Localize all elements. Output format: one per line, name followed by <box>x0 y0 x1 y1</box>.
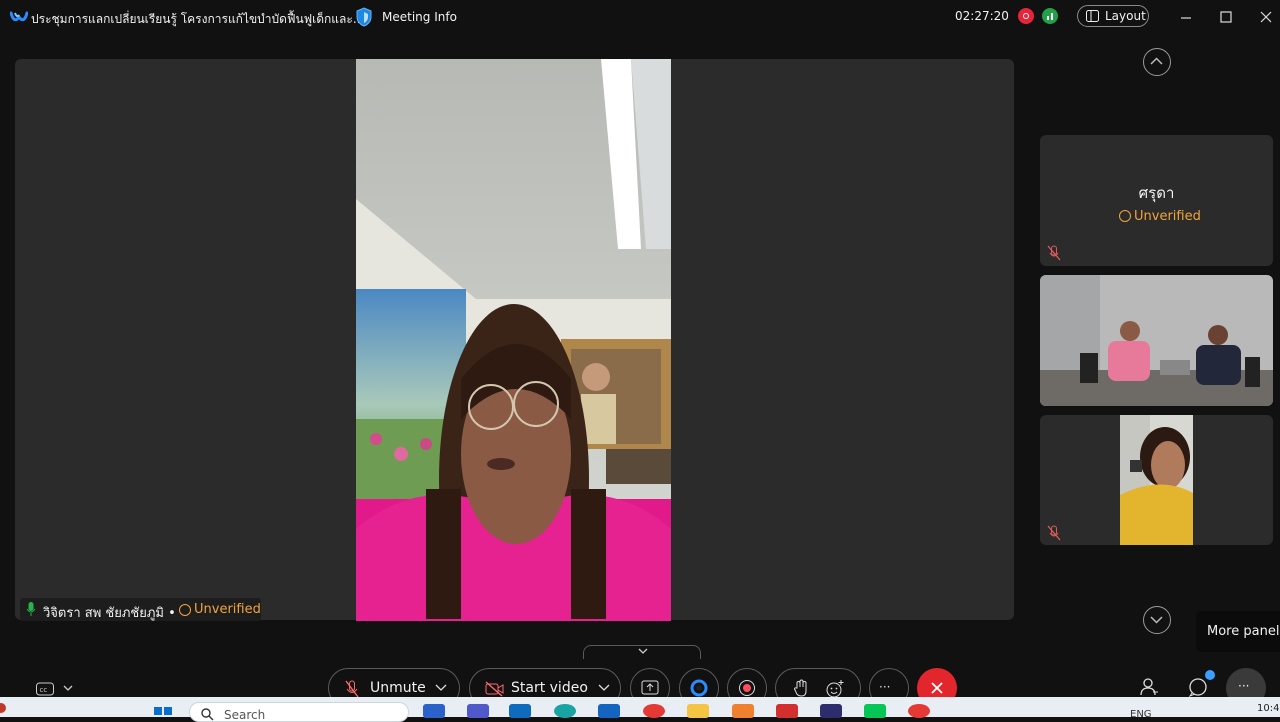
input-language[interactable]: ENG <box>1130 709 1152 720</box>
microphone-muted-icon <box>1047 525 1061 541</box>
chat-panel-icon[interactable] <box>1186 670 1216 698</box>
participant-video <box>1040 275 1273 406</box>
scroll-down-button[interactable] <box>1143 606 1171 634</box>
store-icon[interactable] <box>598 704 620 718</box>
teams-icon[interactable] <box>467 704 489 718</box>
microphone-muted-icon <box>1047 245 1061 261</box>
name-separator: • <box>168 606 176 621</box>
assistant-icon <box>690 679 708 697</box>
chevron-down-icon[interactable] <box>598 684 610 692</box>
speaker-name-text: วิจิตรา สพ ชัยภชัยภูมิ <box>43 606 164 621</box>
shield-icon[interactable] <box>355 7 373 27</box>
close-icon[interactable] <box>1257 8 1275 26</box>
minimize-icon[interactable] <box>1177 8 1195 26</box>
microphone-muted-icon <box>345 680 359 698</box>
app-icon[interactable] <box>732 704 754 718</box>
network-health-icon[interactable] <box>1042 8 1058 24</box>
taskbar-search[interactable] <box>189 702 409 722</box>
outlook-icon[interactable] <box>509 704 531 718</box>
unverified-icon <box>179 604 191 616</box>
record-icon <box>739 680 755 696</box>
meeting-timer: 02:27:20 <box>955 9 1009 23</box>
search-icon <box>201 708 214 721</box>
more-options-icon: ··· <box>879 680 891 694</box>
chevron-down-icon <box>1150 616 1163 624</box>
raise-hand-icon[interactable] <box>793 679 809 698</box>
reactions-icon[interactable] <box>825 679 845 699</box>
scroll-up-button[interactable] <box>1143 48 1171 76</box>
layout-label: Layout <box>1105 9 1146 23</box>
participant-video <box>1120 415 1193 545</box>
participant-name: ศรุดา <box>1138 184 1175 202</box>
system-clock[interactable]: 10:4 <box>1257 703 1279 714</box>
video-off-icon <box>485 681 504 697</box>
line-app-icon[interactable] <box>864 704 886 718</box>
share-screen-icon <box>641 680 659 695</box>
active-speaker-video[interactable] <box>356 59 671 621</box>
recording-indicator-icon[interactable] <box>1018 8 1034 24</box>
chevron-down-icon[interactable] <box>435 684 447 692</box>
collapse-controls-tab[interactable] <box>583 645 701 659</box>
taskbar-app-icon[interactable] <box>423 704 445 718</box>
acrobat-icon[interactable] <box>776 704 798 718</box>
close-icon <box>931 682 943 694</box>
meeting-title: ประชุมการแลกเปลี่ยนเรียนรู้ โครงการแก้ไข… <box>31 12 365 26</box>
chrome-profile-icon[interactable] <box>908 704 930 718</box>
maximize-icon[interactable] <box>1217 8 1235 26</box>
chrome-icon[interactable] <box>643 704 665 718</box>
meeting-info-link[interactable]: Meeting Info <box>382 10 457 24</box>
more-panels-icon: ··· <box>1238 679 1250 693</box>
microphone-active-icon <box>26 602 36 616</box>
windows-start-icon[interactable] <box>152 703 174 717</box>
file-explorer-icon[interactable] <box>687 704 709 718</box>
chevron-up-icon <box>1150 57 1163 65</box>
start-video-label: Start video <box>511 680 588 696</box>
layout-icon <box>1086 10 1099 22</box>
status-dot-icon <box>0 703 6 713</box>
search-placeholder: Search <box>224 708 266 722</box>
edge-icon[interactable] <box>554 704 576 718</box>
webex-taskbar-icon[interactable] <box>820 704 842 718</box>
svg-text:cc: cc <box>40 686 48 694</box>
tooltip-text: More panels <box>1207 624 1280 639</box>
unmute-label: Unmute <box>370 680 426 696</box>
participants-panel-icon[interactable] <box>1138 676 1160 698</box>
unverified-icon <box>1119 210 1131 222</box>
participant-tile[interactable] <box>1040 415 1273 545</box>
closed-captions-icon: cc <box>36 682 73 696</box>
webex-logo-icon <box>10 11 28 22</box>
participant-tile[interactable] <box>1040 275 1273 406</box>
speaker-verification-status: Unverified <box>194 602 261 617</box>
speaker-name: วิจิตรา สพ ชัยภชัยภูมิ • <box>43 602 176 623</box>
chevron-down-icon <box>638 648 648 654</box>
participant-verification-status: Unverified <box>1134 209 1201 224</box>
